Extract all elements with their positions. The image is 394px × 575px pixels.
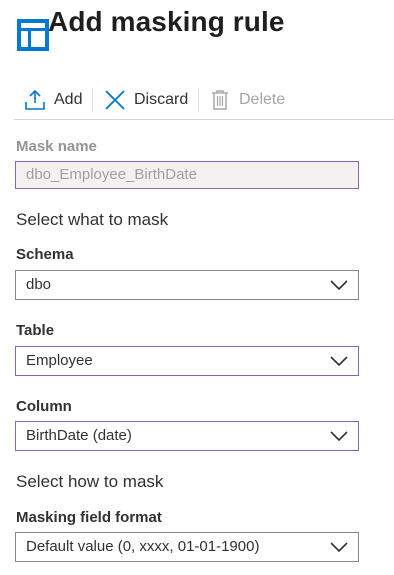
chevron-down-icon: [330, 280, 348, 291]
delete-button-label: Delete: [239, 91, 286, 108]
section-select-how-heading: Select how to mask: [16, 472, 164, 491]
blade-icon: [17, 19, 49, 51]
close-icon: [105, 90, 125, 110]
schema-value: dbo: [26, 276, 52, 293]
masking-format-dropdown[interactable]: Default value (0, xxxx, 01-01-1900): [15, 532, 359, 562]
column-value: BirthDate (date): [26, 427, 132, 444]
table-dropdown[interactable]: Employee: [15, 346, 359, 376]
page-title: Add masking rule: [48, 6, 285, 37]
mask-name-label: Mask name: [16, 138, 97, 155]
discard-button-label: Discard: [134, 91, 189, 108]
chevron-down-icon: [330, 431, 348, 442]
trash-icon: [212, 90, 228, 110]
section-select-what-heading: Select what to mask: [16, 210, 169, 229]
masking-format-value: Default value (0, xxxx, 01-01-1900): [26, 538, 260, 555]
chevron-down-icon: [330, 356, 348, 367]
masking-format-label: Masking field format: [16, 509, 162, 526]
column-label: Column: [16, 398, 72, 415]
command-bar: Add Discard Delete: [14, 80, 394, 120]
add-button-label: Add: [54, 91, 83, 108]
chevron-down-icon: [330, 542, 348, 553]
mask-name-field[interactable]: dbo_Employee_BirthDate: [15, 161, 359, 189]
schema-dropdown[interactable]: dbo: [15, 270, 359, 300]
add-masking-rule-blade: Add masking rule Add Discard Delete Mask…: [0, 0, 394, 575]
add-button[interactable]: Add: [24, 86, 82, 114]
column-dropdown[interactable]: BirthDate (date): [15, 421, 359, 451]
schema-label: Schema: [16, 246, 74, 263]
delete-button[interactable]: Delete: [209, 86, 285, 114]
table-value: Employee: [26, 352, 93, 369]
table-label: Table: [16, 322, 55, 339]
discard-button[interactable]: Discard: [104, 86, 188, 114]
toolbar-divider: [198, 88, 199, 112]
upload-icon: [25, 89, 45, 110]
toolbar-divider: [92, 88, 93, 112]
